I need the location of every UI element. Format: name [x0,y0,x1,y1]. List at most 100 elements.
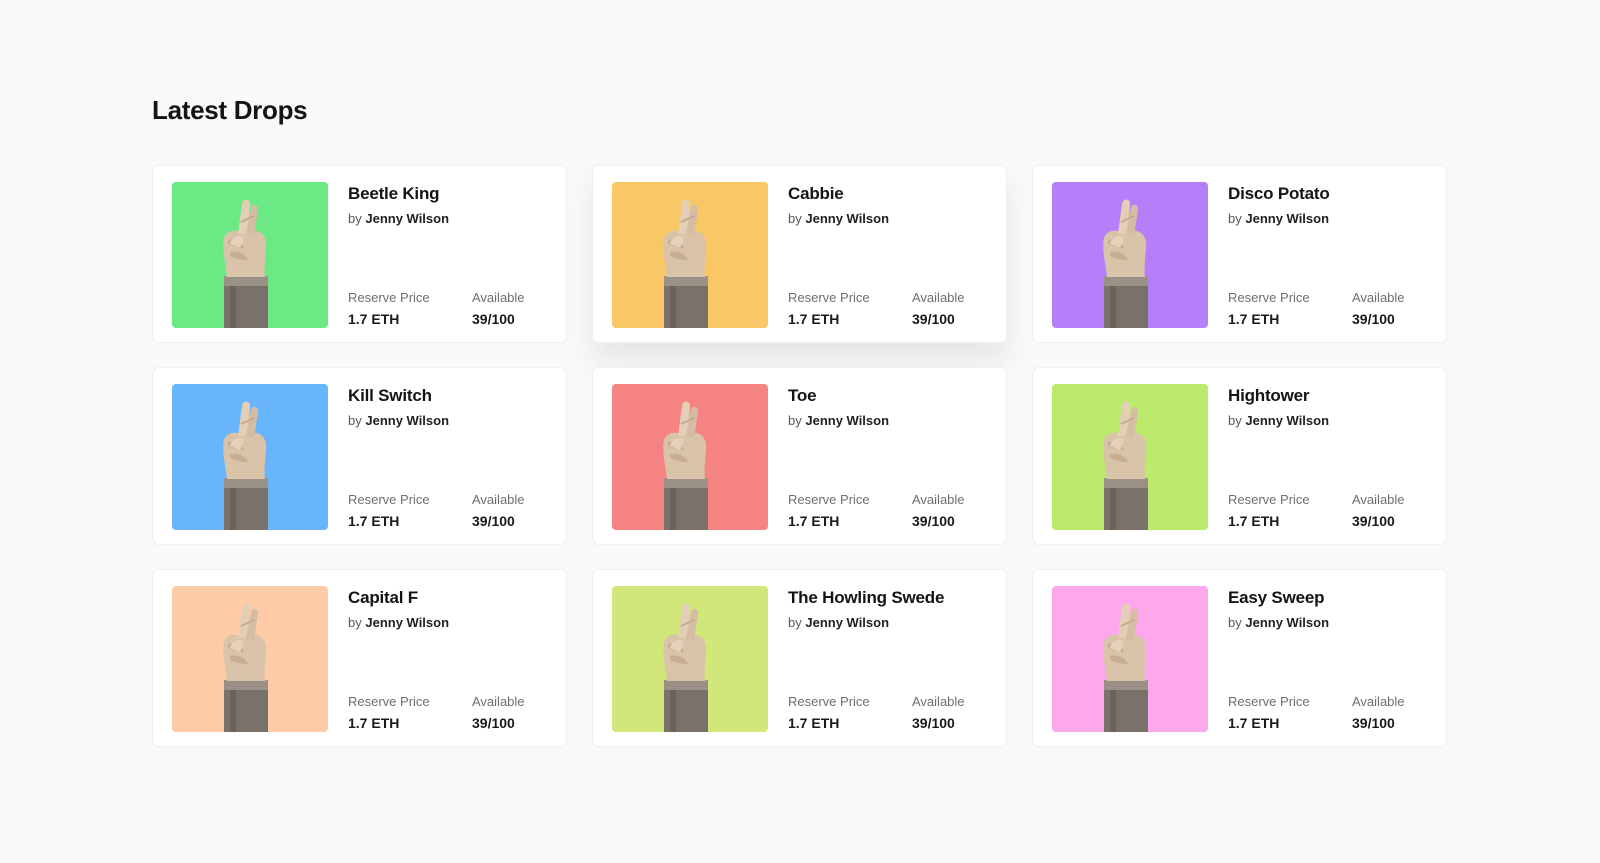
author-name[interactable]: Jenny Wilson [805,413,889,428]
crossed-fingers-hand-icon [1052,182,1208,328]
artwork-thumbnail[interactable] [612,586,768,732]
drop-card[interactable]: The Howling Swede by Jenny Wilson Reserv… [592,569,1007,747]
available-value: 39/100 [912,715,955,731]
drop-name[interactable]: Disco Potato [1228,182,1436,206]
reserve-price-stat: Reserve Price 1.7 ETH [1228,693,1352,732]
author-name[interactable]: Jenny Wilson [805,615,889,630]
drop-card[interactable]: Easy Sweep by Jenny Wilson Reserve Price… [1032,569,1447,747]
reserve-price-label: Reserve Price [788,492,870,507]
drop-name[interactable]: Hightower [1228,384,1436,408]
available-stat: Available 39/100 [912,289,1036,328]
available-label: Available [472,492,525,507]
author-line: by Jenny Wilson [348,211,556,227]
reserve-price-stat: Reserve Price 1.7 ETH [348,693,472,732]
drop-name[interactable]: Easy Sweep [1228,586,1436,610]
reserve-price-label: Reserve Price [348,492,430,507]
author-name[interactable]: Jenny Wilson [365,413,449,428]
drop-card[interactable]: Toe by Jenny Wilson Reserve Price 1.7 ET… [592,367,1007,545]
reserve-price-label: Reserve Price [348,694,430,709]
card-info: Capital F by Jenny Wilson Reserve Price … [348,586,556,732]
available-value: 39/100 [1352,715,1395,731]
card-info: Easy Sweep by Jenny Wilson Reserve Price… [1228,586,1436,732]
card-info: The Howling Swede by Jenny Wilson Reserv… [788,586,996,732]
drop-card[interactable]: Cabbie by Jenny Wilson Reserve Price 1.7… [592,165,1007,343]
card-info: Disco Potato by Jenny Wilson Reserve Pri… [1228,182,1436,328]
available-value: 39/100 [912,311,955,327]
reserve-price-value: 1.7 ETH [788,311,840,327]
author-name[interactable]: Jenny Wilson [1245,615,1329,630]
available-stat: Available 39/100 [1352,289,1476,328]
crossed-fingers-hand-icon [172,586,328,732]
by-label: by [788,211,802,226]
drop-name[interactable]: The Howling Swede [788,586,996,610]
reserve-price-stat: Reserve Price 1.7 ETH [788,693,912,732]
reserve-price-label: Reserve Price [788,290,870,305]
reserve-price-label: Reserve Price [1228,492,1310,507]
available-label: Available [912,694,965,709]
card-info: Toe by Jenny Wilson Reserve Price 1.7 ET… [788,384,996,530]
reserve-price-label: Reserve Price [1228,290,1310,305]
crossed-fingers-hand-icon [612,182,768,328]
available-label: Available [912,492,965,507]
available-label: Available [472,694,525,709]
drops-grid: Beetle King by Jenny Wilson Reserve Pric… [152,165,1447,747]
drop-name[interactable]: Capital F [348,586,556,610]
crossed-fingers-hand-icon [172,384,328,530]
author-name[interactable]: Jenny Wilson [1245,413,1329,428]
drop-card[interactable]: Capital F by Jenny Wilson Reserve Price … [152,569,567,747]
artwork-thumbnail[interactable] [612,384,768,530]
available-stat: Available 39/100 [1352,693,1476,732]
card-stats: Reserve Price 1.7 ETH Available 39/100 [348,693,596,732]
available-label: Available [1352,694,1405,709]
drop-name[interactable]: Kill Switch [348,384,556,408]
available-stat: Available 39/100 [1352,491,1476,530]
author-name[interactable]: Jenny Wilson [805,211,889,226]
by-label: by [788,615,802,630]
card-info: Hightower by Jenny Wilson Reserve Price … [1228,384,1436,530]
available-value: 39/100 [912,513,955,529]
reserve-price-value: 1.7 ETH [1228,513,1280,529]
drop-card[interactable]: Beetle King by Jenny Wilson Reserve Pric… [152,165,567,343]
drop-name[interactable]: Cabbie [788,182,996,206]
card-stats: Reserve Price 1.7 ETH Available 39/100 [788,491,1036,530]
author-line: by Jenny Wilson [348,615,556,631]
author-line: by Jenny Wilson [788,211,996,227]
reserve-price-value: 1.7 ETH [348,513,400,529]
card-info: Cabbie by Jenny Wilson Reserve Price 1.7… [788,182,996,328]
crossed-fingers-hand-icon [612,586,768,732]
card-stats: Reserve Price 1.7 ETH Available 39/100 [1228,289,1476,328]
available-stat: Available 39/100 [472,693,596,732]
reserve-price-value: 1.7 ETH [1228,715,1280,731]
available-value: 39/100 [472,715,515,731]
author-line: by Jenny Wilson [1228,211,1436,227]
author-name[interactable]: Jenny Wilson [365,211,449,226]
artwork-thumbnail[interactable] [172,182,328,328]
card-stats: Reserve Price 1.7 ETH Available 39/100 [788,289,1036,328]
reserve-price-label: Reserve Price [348,290,430,305]
author-line: by Jenny Wilson [788,413,996,429]
by-label: by [348,413,362,428]
drop-card[interactable]: Kill Switch by Jenny Wilson Reserve Pric… [152,367,567,545]
author-name[interactable]: Jenny Wilson [1245,211,1329,226]
artwork-thumbnail[interactable] [1052,384,1208,530]
by-label: by [348,615,362,630]
available-label: Available [472,290,525,305]
artwork-thumbnail[interactable] [1052,182,1208,328]
artwork-thumbnail[interactable] [612,182,768,328]
drop-card[interactable]: Hightower by Jenny Wilson Reserve Price … [1032,367,1447,545]
available-value: 39/100 [1352,513,1395,529]
reserve-price-stat: Reserve Price 1.7 ETH [1228,289,1352,328]
artwork-thumbnail[interactable] [1052,586,1208,732]
artwork-thumbnail[interactable] [172,586,328,732]
author-name[interactable]: Jenny Wilson [365,615,449,630]
by-label: by [1228,211,1242,226]
artwork-thumbnail[interactable] [172,384,328,530]
drop-name[interactable]: Toe [788,384,996,408]
crossed-fingers-hand-icon [1052,384,1208,530]
reserve-price-value: 1.7 ETH [348,715,400,731]
card-stats: Reserve Price 1.7 ETH Available 39/100 [348,289,596,328]
drop-card[interactable]: Disco Potato by Jenny Wilson Reserve Pri… [1032,165,1447,343]
reserve-price-value: 1.7 ETH [1228,311,1280,327]
reserve-price-stat: Reserve Price 1.7 ETH [348,289,472,328]
drop-name[interactable]: Beetle King [348,182,556,206]
